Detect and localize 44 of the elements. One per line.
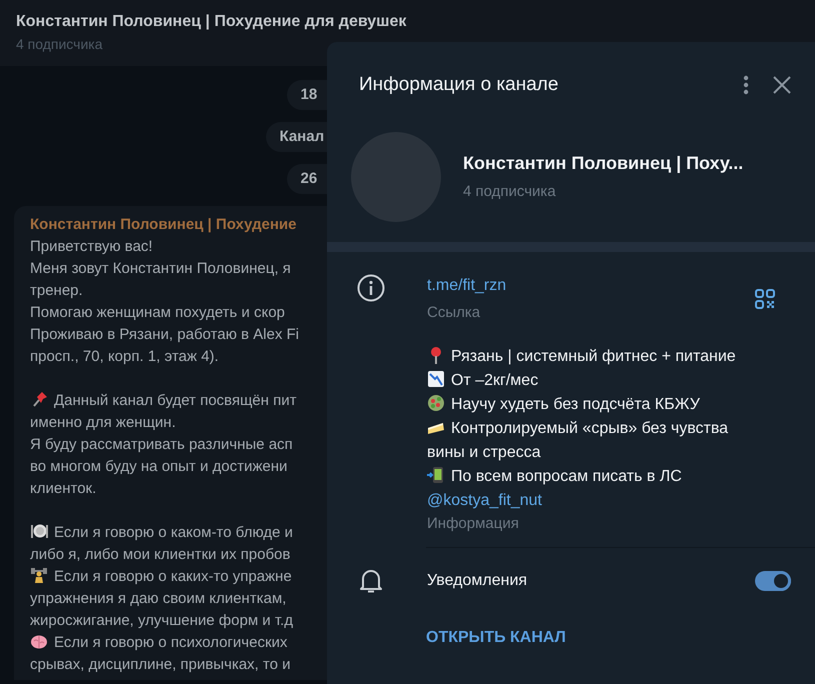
notifications-toggle[interactable] xyxy=(755,571,791,591)
description-line: вины и стресса xyxy=(427,444,541,460)
open-channel-button[interactable]: ОТКРЫТЬ КАНАЛ xyxy=(426,626,566,650)
message-line: Если я говорю о психологических xyxy=(54,634,288,651)
message-line: тренер. xyxy=(30,282,83,299)
bell-icon xyxy=(359,568,383,594)
qr-code-icon[interactable] xyxy=(755,289,775,310)
message-author: Константин Половинец | Похудение xyxy=(30,215,298,235)
message-line: Меня зовут Константин Половинец, я xyxy=(30,260,291,277)
channel-title: Константин Половинец | Похудение для девушек xyxy=(16,12,408,32)
subscriber-count: 4 подписчика xyxy=(16,35,104,54)
salad-icon xyxy=(427,394,445,412)
message-line: Если я говорю о каких-то упражне xyxy=(54,568,292,585)
message-line: Помогаю женщинам похудеть и скор xyxy=(30,304,285,321)
phone-icon xyxy=(427,466,445,484)
plate-icon xyxy=(30,522,48,540)
message-line: срывах, дисциплине, привычках, то и xyxy=(30,656,290,673)
message-line: либо я, либо мои клиентки их пробов xyxy=(30,546,290,563)
description-line: От –2кг/мес xyxy=(451,372,538,388)
message-line: упражнения я даю своим клиенткам, xyxy=(30,590,286,607)
message-line: Данный канал будет посвящён пит xyxy=(54,392,296,409)
message-line: Приветствую вас! xyxy=(30,238,153,255)
message-line: жиросжигание, улучшение форм и т.д xyxy=(30,612,293,629)
message-line: Проживаю в Рязани, работаю в Alex Fi xyxy=(30,326,299,343)
link-label: Ссылка xyxy=(427,303,480,323)
username-link[interactable]: @kostya_fit_nut xyxy=(427,488,791,512)
message-line: Я буду рассматривать различные асп xyxy=(30,436,293,453)
message-line: Если я говорю о каком-то блюде и xyxy=(54,524,293,541)
description-line: Рязань | системный фитнес + питание xyxy=(451,348,736,364)
description-label: Информация xyxy=(427,514,520,534)
weightlifter-icon xyxy=(30,566,48,584)
message-line: во многом буду на опыт и достижени xyxy=(30,458,288,475)
channel-link[interactable]: t.me/fit_rzn xyxy=(427,274,506,298)
description-line: Научу худеть без подсчёта КБЖУ xyxy=(451,396,700,412)
close-icon[interactable] xyxy=(773,76,791,94)
notifications-label: Уведомления xyxy=(427,572,528,589)
chart-icon xyxy=(427,370,445,388)
message-line: просп., 70, корп. 1, этаж 4). xyxy=(30,348,219,365)
message-line: клиенток. xyxy=(30,480,96,497)
more-options-icon[interactable] xyxy=(743,75,749,95)
info-icon xyxy=(357,274,385,302)
description-line: Контролируемый «срыв» без чувства xyxy=(451,420,728,436)
message-line: именно для женщин. xyxy=(30,414,176,431)
description-line: По всем вопросам писать в ЛС xyxy=(451,468,682,484)
